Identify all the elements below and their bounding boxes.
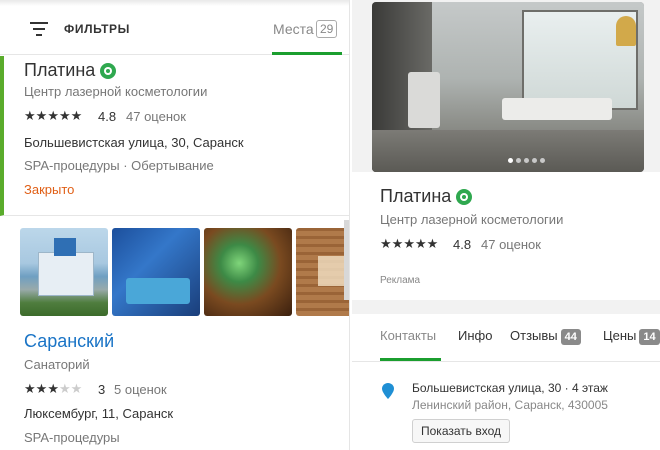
verified-badge-icon xyxy=(100,63,117,80)
photo-thumbnail[interactable] xyxy=(296,228,349,316)
places-count-badge: 29 xyxy=(316,20,338,38)
tab-prices-label: Цены xyxy=(603,328,637,343)
toolbar-shadow xyxy=(0,0,349,6)
photo-thumbnail[interactable] xyxy=(112,228,200,316)
photo-thumbnail[interactable] xyxy=(20,228,108,316)
filter-icon[interactable] xyxy=(30,22,48,36)
reviews-count[interactable]: 47 оценок xyxy=(126,109,186,124)
tab-reviews-label: Отзывы xyxy=(510,328,558,343)
tab-places-label: Места xyxy=(273,21,314,37)
result-card-platina[interactable]: Платина Центр лазерной косметологии ★★★★… xyxy=(0,56,349,216)
tab-info[interactable]: Инфо xyxy=(458,328,492,343)
rating-stars-icon: ★★★★★ xyxy=(24,381,83,396)
results-toolbar: ФИЛЬТРЫ Места 29 xyxy=(0,0,349,55)
result-address: Люксембург, 11, Саранск xyxy=(24,406,174,421)
status-badge: Закрыто xyxy=(24,182,75,197)
result-address: Большевистская улица, 30, Саранск xyxy=(24,135,244,150)
place-address: Большевистская улица, 30 · 4 этаж xyxy=(412,381,608,395)
result-title-link[interactable]: Саранский xyxy=(24,331,114,352)
show-entrance-button[interactable]: Показать вход xyxy=(412,419,510,443)
rating-stars-icon: ★★★★★ xyxy=(24,108,83,123)
place-detail-panel: Платина Центр лазерной косметологии ★★★★… xyxy=(352,0,660,450)
result-subtitle: Центр лазерной косметологии xyxy=(24,84,208,99)
rating-value: 3 xyxy=(98,382,106,397)
result-title-text: Платина xyxy=(24,60,96,80)
photo-thumbnail[interactable] xyxy=(204,228,292,316)
scrollbar[interactable] xyxy=(344,220,349,300)
place-title-text: Платина xyxy=(380,186,452,206)
tab-prices[interactable]: Цены 14 xyxy=(603,328,660,345)
detail-tabs: Контакты Инфо Отзывы 44 Цены 14 xyxy=(352,314,660,362)
place-district: Ленинский район, Саранск, 430005 xyxy=(412,398,608,412)
active-tab-indicator xyxy=(380,358,441,361)
place-title: Платина xyxy=(380,186,473,207)
ad-label: Реклама xyxy=(380,275,421,286)
contacts-section: Большевистская улица, 30 · 4 этаж Ленинс… xyxy=(352,362,660,450)
result-categories: SPA-процедуры · Обертывание xyxy=(24,158,214,173)
tab-reviews[interactable]: Отзывы 44 xyxy=(510,328,581,345)
place-photo[interactable] xyxy=(372,2,644,172)
rating-value: 4.8 xyxy=(98,109,117,124)
rating-stars-icon: ★★★★★ xyxy=(380,236,439,251)
reviews-count-badge: 44 xyxy=(560,329,581,345)
result-categories: SPA-процедуры xyxy=(24,430,120,445)
tab-contacts[interactable]: Контакты xyxy=(380,328,436,343)
rating-value: 4.8 xyxy=(453,237,472,252)
result-photo-gallery[interactable] xyxy=(20,228,349,316)
result-subtitle: Санаторий xyxy=(24,357,90,372)
filters-button[interactable]: ФИЛЬТРЫ xyxy=(64,22,130,36)
search-results-panel: ФИЛЬТРЫ Места 29 Платина Центр лазерной … xyxy=(0,0,350,450)
place-subtitle: Центр лазерной косметологии xyxy=(380,212,564,227)
reviews-count[interactable]: 47 оценок xyxy=(481,237,541,252)
tab-places[interactable]: Места 29 xyxy=(272,18,342,55)
verified-badge-icon xyxy=(456,189,473,206)
reviews-count[interactable]: 5 оценок xyxy=(114,382,167,397)
prices-count-badge: 14 xyxy=(639,329,660,345)
location-pin-icon xyxy=(382,383,394,399)
result-title[interactable]: Платина xyxy=(24,60,117,81)
